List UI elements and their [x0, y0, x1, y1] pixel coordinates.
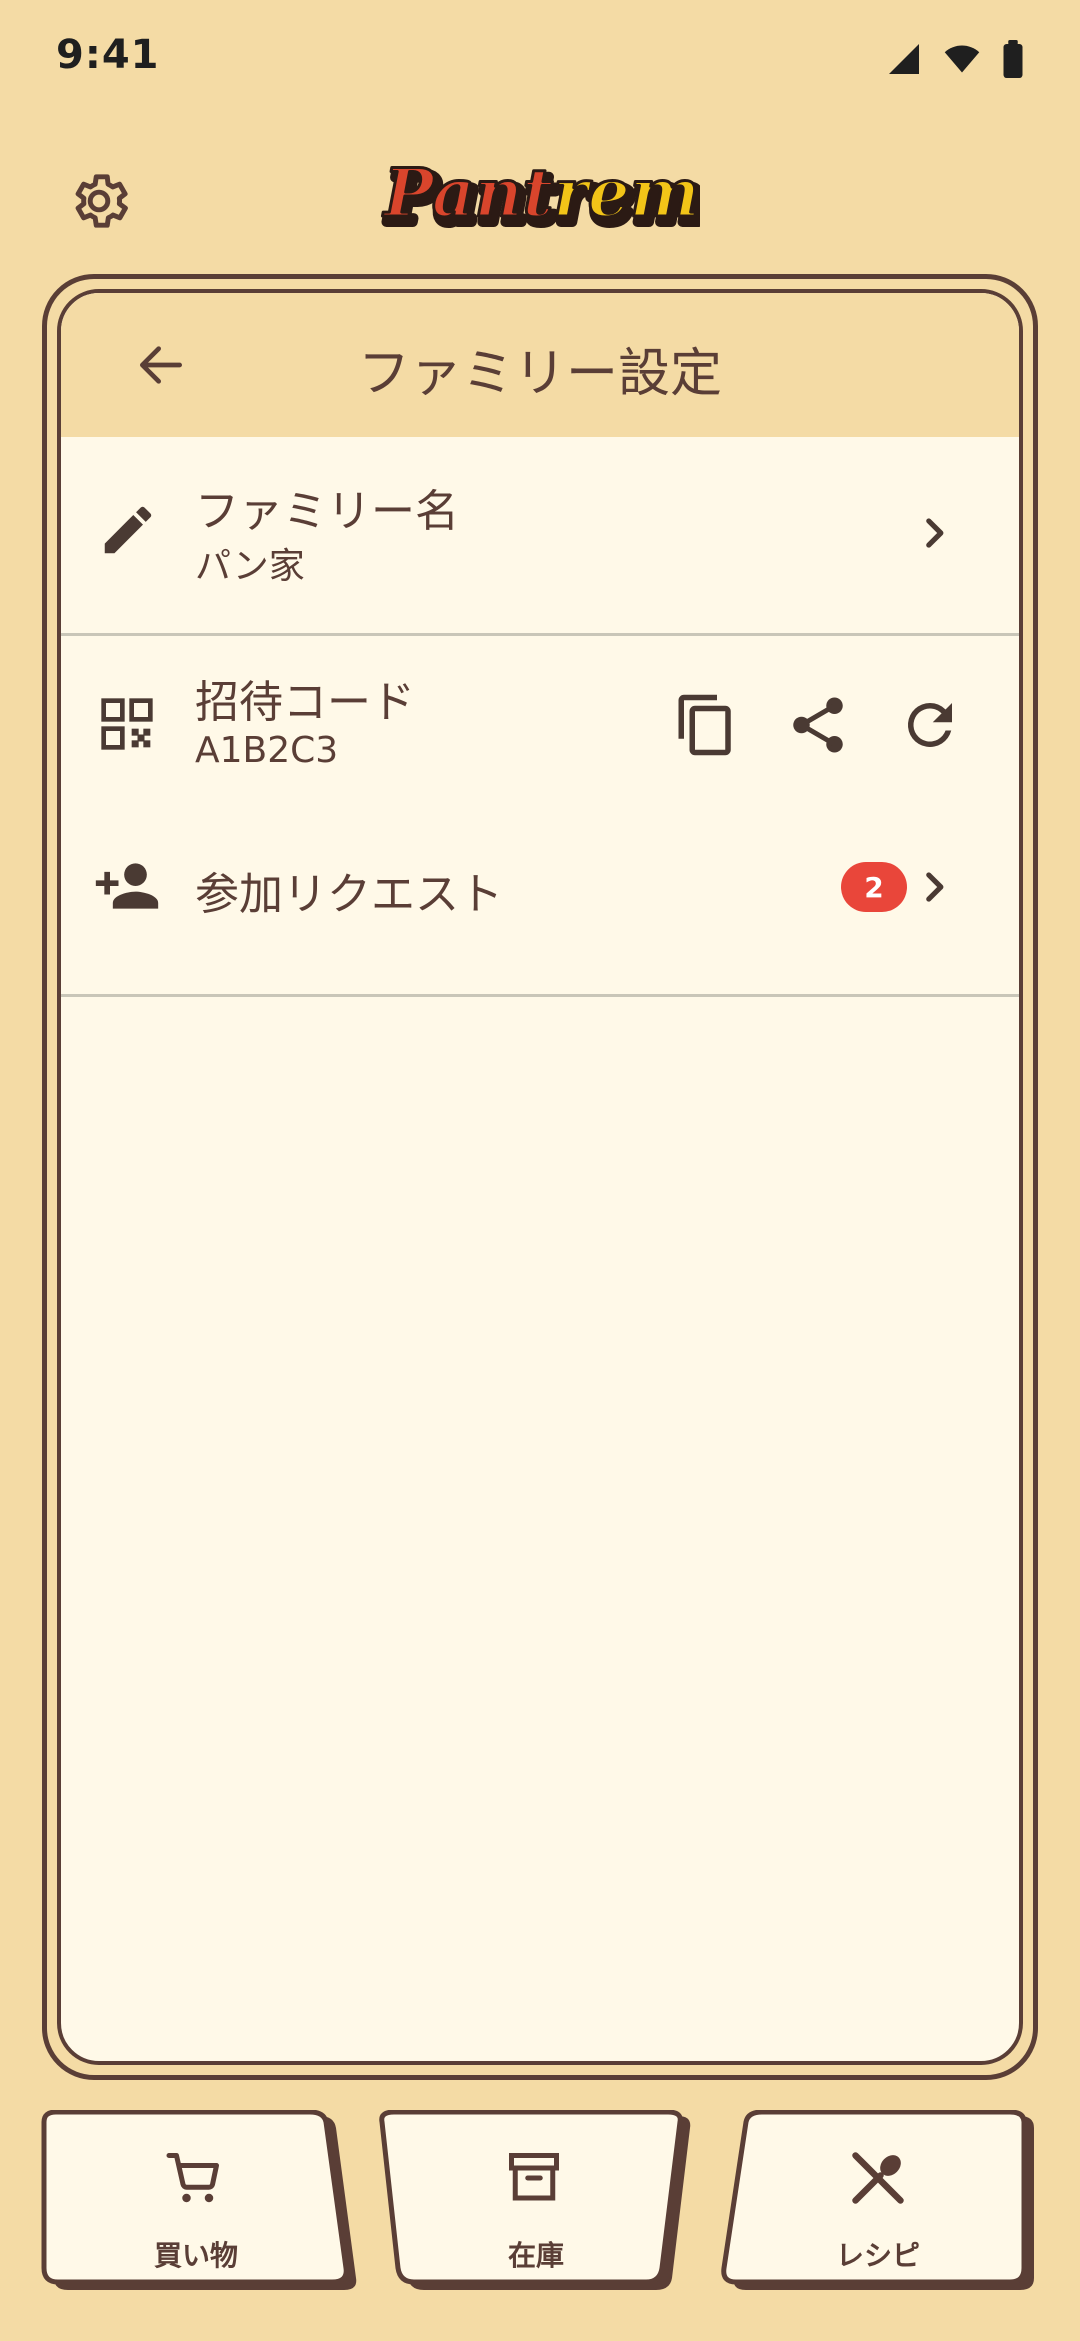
- chevron-right-icon: [926, 872, 944, 902]
- family-name-row[interactable]: ファミリー名 パン家: [61, 437, 1019, 633]
- invite-code-value: A1B2C3: [195, 730, 339, 771]
- share-button[interactable]: [785, 692, 851, 758]
- settings-button[interactable]: [66, 168, 132, 234]
- main-card: ファミリー設定 ファミリー名 パン家 招待コード A1B2C3 参加リクエスト …: [42, 274, 1038, 2080]
- divider: [61, 994, 1019, 997]
- utensils-icon: [852, 2152, 904, 2204]
- refresh-icon: [907, 702, 952, 747]
- nav-recipe-button[interactable]: レシピ: [716, 2110, 1042, 2296]
- nav-shopping-button[interactable]: 買い物: [40, 2110, 360, 2296]
- family-name-label: ファミリー名: [195, 486, 459, 537]
- copy-icon: [678, 694, 731, 756]
- edit-icon: [104, 506, 152, 554]
- nav-recipe-label: レシピ: [835, 2239, 920, 2272]
- main-card-inner: ファミリー設定 ファミリー名 パン家 招待コード A1B2C3 参加リクエスト …: [57, 289, 1023, 2065]
- copy-button[interactable]: [673, 692, 739, 758]
- status-bar: 9:41: [0, 0, 1080, 120]
- nav-inventory-button[interactable]: 在庫: [378, 2110, 698, 2296]
- gear-icon: [75, 174, 128, 228]
- nav-shopping-label: 買い物: [153, 2239, 238, 2272]
- family-name-value: パン家: [195, 546, 305, 587]
- card-header: ファミリー設定: [61, 293, 1019, 437]
- status-time: 9:41: [56, 32, 160, 78]
- svg-text:Pantremix: Pantremix: [382, 154, 700, 232]
- chevron-right-icon: [926, 518, 944, 548]
- invite-code-row: 招待コード A1B2C3: [61, 636, 1019, 822]
- cart-icon: [166, 2153, 219, 2203]
- battery-icon: [1003, 40, 1023, 78]
- qr-code-icon: [101, 698, 153, 750]
- archive-box-icon: [509, 2153, 559, 2201]
- app-logo: Pantremix Pantremix: [380, 150, 774, 244]
- share-icon: [793, 697, 843, 753]
- signal-icon: [889, 44, 919, 74]
- refresh-button[interactable]: [897, 692, 963, 758]
- invite-code-label: 招待コード: [195, 677, 415, 728]
- wifi-icon: [944, 45, 980, 73]
- person-add-icon: [95, 863, 159, 909]
- nav-inventory-label: 在庫: [507, 2239, 564, 2272]
- request-count-badge: 2: [841, 862, 907, 912]
- page-title: ファミリー設定: [357, 344, 722, 404]
- join-requests-row[interactable]: 参加リクエスト 2: [61, 822, 1019, 994]
- status-icons: [886, 40, 1024, 78]
- join-requests-label: 参加リクエスト: [195, 869, 503, 920]
